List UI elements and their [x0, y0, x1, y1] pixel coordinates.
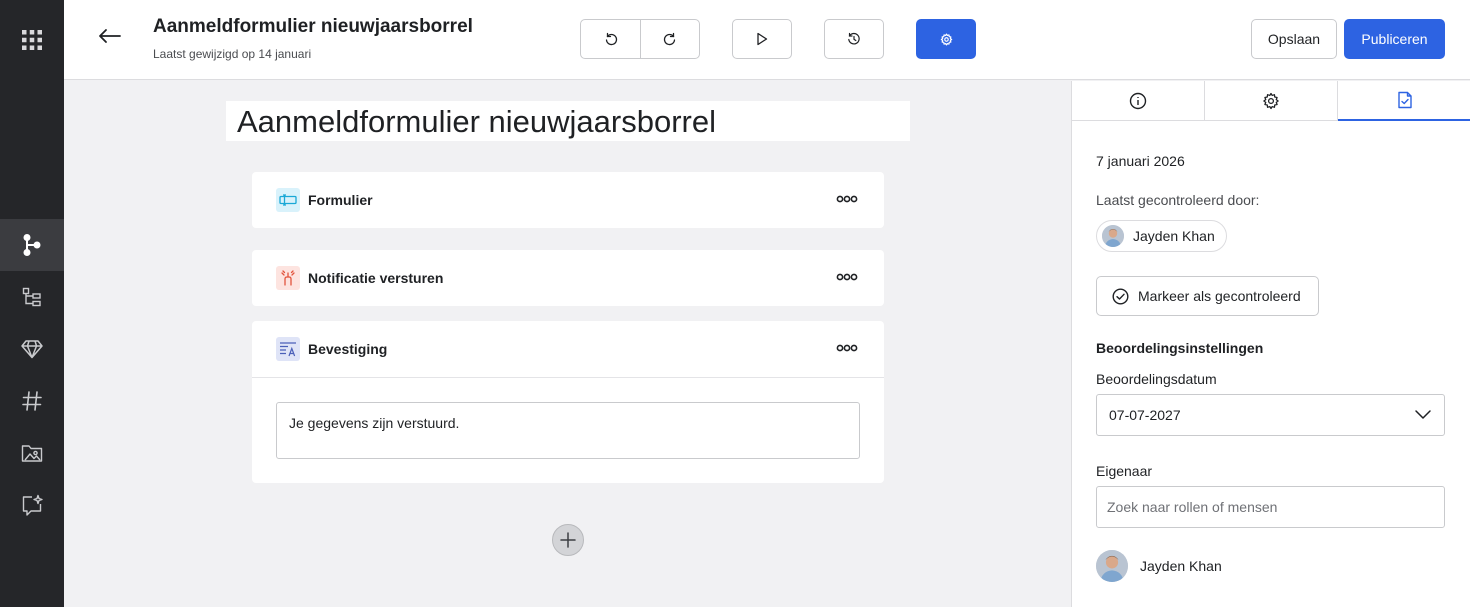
save-button[interactable]: Opslaan — [1251, 19, 1337, 59]
owner-item[interactable]: Jayden Khan — [1096, 550, 1222, 582]
step-card-header: Notificatie versturen — [252, 250, 884, 306]
step-card-label: Bevestiging — [308, 341, 388, 357]
more-options-icon[interactable] — [836, 270, 858, 284]
mark-as-checked-label: Markeer als gecontroleerd — [1138, 288, 1301, 304]
gear-icon — [940, 32, 953, 46]
notification-icon — [276, 266, 300, 290]
document-check-icon — [1397, 91, 1413, 109]
form-field-icon — [276, 188, 300, 212]
tab-settings[interactable] — [1205, 81, 1338, 121]
step-card-confirmation[interactable]: Bevestiging Je gegevens zijn verstuurd. — [252, 321, 884, 483]
diamond-icon[interactable] — [0, 323, 64, 375]
review-settings-heading: Beoordelingsinstellingen — [1096, 340, 1264, 356]
form-title-field[interactable]: Aanmeldformulier nieuwjaarsborrel — [226, 101, 910, 141]
info-icon — [1129, 92, 1147, 110]
review-date-text: 7 januari 2026 — [1096, 153, 1185, 169]
structure-icon[interactable] — [0, 271, 64, 323]
folder-image-icon[interactable] — [0, 427, 64, 479]
last-modified-text: Laatst gewijzigd op 14 januari — [153, 47, 312, 61]
confirmation-message-field[interactable]: Je gegevens zijn verstuurd. — [276, 402, 860, 459]
step-card-header: Bevestiging — [252, 321, 884, 377]
review-date-select[interactable]: 07-07-2027 — [1096, 394, 1445, 436]
panel-tabs — [1072, 81, 1470, 121]
step-card-notification[interactable]: Notificatie versturen — [252, 250, 884, 306]
step-card-label: Formulier — [308, 192, 373, 208]
owner-label: Eigenaar — [1096, 463, 1153, 479]
check-circle-icon — [1112, 287, 1129, 305]
side-panel: 7 januari 2026 Laatst gecontroleerd door… — [1071, 81, 1470, 607]
workflow-icon[interactable] — [0, 219, 64, 271]
tab-info[interactable] — [1072, 81, 1205, 121]
top-bar: Aanmeldformulier nieuwjaarsborrel Laatst… — [64, 0, 1470, 80]
card-divider — [252, 377, 884, 378]
more-options-icon[interactable] — [836, 192, 858, 206]
step-card-header: Formulier — [252, 172, 884, 228]
hashtag-icon[interactable] — [0, 375, 64, 427]
play-icon — [756, 32, 768, 46]
text-format-icon — [276, 337, 300, 361]
more-options-icon[interactable] — [836, 341, 858, 355]
avatar — [1096, 550, 1128, 582]
redo-icon — [663, 32, 677, 46]
avatar — [1102, 225, 1124, 247]
review-date-label: Beoordelingsdatum — [1096, 371, 1217, 387]
review-date-value: 07-07-2027 — [1109, 407, 1181, 423]
publish-button[interactable]: Publiceren — [1344, 19, 1445, 59]
add-step-button[interactable] — [552, 524, 584, 556]
redo-button[interactable] — [640, 19, 700, 59]
app-grid-icon[interactable] — [0, 14, 64, 66]
plus-icon — [560, 532, 576, 548]
owner-name: Jayden Khan — [1140, 558, 1222, 574]
chevron-down-icon — [1414, 408, 1432, 420]
undo-button[interactable] — [580, 19, 641, 59]
settings-button[interactable] — [916, 19, 976, 59]
history-icon — [847, 32, 861, 46]
undo-icon — [604, 32, 618, 46]
owner-search-input[interactable] — [1096, 486, 1445, 528]
gear-icon — [1262, 92, 1280, 110]
form-canvas: Aanmeldformulier nieuwjaarsborrel Formul… — [64, 81, 1071, 607]
sparkle-chat-icon[interactable] — [0, 479, 64, 531]
left-rail — [0, 0, 64, 607]
mark-as-checked-button[interactable]: Markeer als gecontroleerd — [1096, 276, 1319, 316]
checked-by-chip[interactable]: Jayden Khan — [1096, 220, 1227, 252]
preview-button[interactable] — [732, 19, 792, 59]
tab-review[interactable] — [1338, 81, 1470, 121]
page-title: Aanmeldformulier nieuwjaarsborrel — [153, 16, 473, 37]
last-checked-label: Laatst gecontroleerd door: — [1096, 192, 1260, 208]
step-card-label: Notificatie versturen — [308, 270, 444, 286]
checked-by-name: Jayden Khan — [1133, 228, 1215, 244]
history-button[interactable] — [824, 19, 884, 59]
step-card-form[interactable]: Formulier — [252, 172, 884, 228]
back-arrow-icon[interactable] — [94, 24, 126, 48]
